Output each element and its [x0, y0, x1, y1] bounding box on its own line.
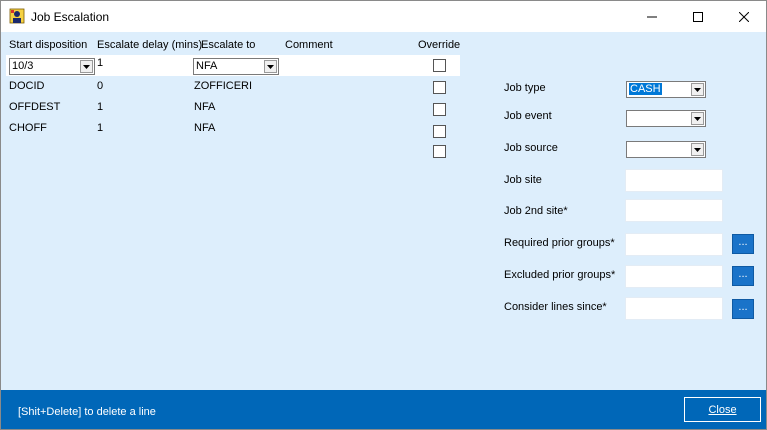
start-disposition-select[interactable]: 10/3: [9, 58, 95, 75]
job-type-label: Job type: [504, 82, 546, 94]
maximize-icon: [693, 11, 703, 22]
header-escalate-delay: Escalate delay (mins): [97, 39, 203, 51]
header-escalate-to: Escalate to: [201, 39, 256, 51]
header-comment: Comment: [285, 39, 333, 51]
job-escalation-window: Job Escalation Start disposition Escalat…: [0, 0, 767, 430]
chevron-down-icon: [691, 112, 704, 125]
job-site-input[interactable]: [625, 169, 723, 192]
start-disposition-value: OFFDEST: [9, 101, 61, 113]
content-area: Start disposition Escalate delay (mins) …: [1, 32, 766, 390]
job-type-select[interactable]: CASH: [626, 81, 706, 98]
escalate-to-value: NFA: [194, 101, 216, 113]
escalate-to-select[interactable]: NFA: [193, 58, 279, 75]
start-disposition-value: DOCID: [9, 80, 45, 92]
job-site-label: Job site: [504, 174, 542, 186]
override-checkbox[interactable]: [433, 103, 446, 116]
chevron-down-icon: [691, 143, 704, 156]
table-row[interactable]: [6, 139, 460, 160]
excluded-prior-groups-label: Excluded prior groups*: [504, 269, 616, 281]
escalate-delay-value: 1: [97, 122, 104, 134]
required-prior-groups-browse-button[interactable]: ...: [732, 234, 754, 254]
header-start-disposition: Start disposition: [9, 39, 88, 51]
job-source-label: Job source: [504, 142, 558, 154]
minimize-button[interactable]: [629, 1, 675, 32]
consider-lines-since-input[interactable]: [625, 297, 723, 320]
app-logo-icon: [9, 8, 25, 24]
excluded-prior-groups-browse-button[interactable]: ...: [732, 266, 754, 286]
escalate-delay-value[interactable]: 1: [97, 57, 103, 69]
override-checkbox[interactable]: [433, 81, 446, 94]
escalate-delay-value: 1: [97, 101, 104, 113]
override-checkbox[interactable]: [433, 125, 446, 138]
job-2nd-site-label: Job 2nd site*: [504, 205, 568, 217]
job-event-label: Job event: [504, 110, 552, 122]
escalate-delay-value: 0: [97, 80, 104, 92]
delete-line-hint: [Shit+Delete] to delete a line: [18, 406, 156, 418]
job-source-select[interactable]: [626, 141, 706, 158]
escalate-to-value: NFA: [194, 122, 216, 134]
start-disposition-value: CHOFF: [9, 122, 47, 134]
required-prior-groups-label: Required prior groups*: [504, 237, 615, 249]
table-row[interactable]: CHOFF 1 NFA: [6, 118, 460, 139]
header-override: Override: [418, 39, 461, 51]
footer-bar: [Shit+Delete] to delete a line Close: [1, 390, 766, 429]
table-row[interactable]: 10/3 1 NFA: [6, 55, 460, 76]
job-2nd-site-input[interactable]: [625, 199, 723, 222]
chevron-down-icon: [80, 60, 93, 73]
chevron-down-icon: [264, 60, 277, 73]
close-window-button[interactable]: [721, 1, 767, 32]
consider-lines-since-browse-button[interactable]: ...: [732, 299, 754, 319]
override-checkbox[interactable]: [433, 145, 446, 158]
close-button[interactable]: Close: [684, 397, 761, 422]
job-event-select[interactable]: [626, 110, 706, 127]
escalate-to-value: ZOFFICERI: [194, 80, 253, 92]
table-row[interactable]: DOCID 0 ZOFFICERI: [6, 76, 460, 97]
window-title: Job Escalation: [31, 10, 110, 24]
close-icon: [739, 11, 749, 22]
consider-lines-since-label: Consider lines since*: [504, 301, 607, 313]
minimize-icon: [647, 12, 657, 22]
title-bar: Job Escalation: [1, 1, 766, 32]
required-prior-groups-input[interactable]: [625, 233, 723, 256]
table-row[interactable]: OFFDEST 1 NFA: [6, 97, 460, 118]
override-checkbox[interactable]: [433, 59, 446, 72]
chevron-down-icon: [691, 83, 704, 96]
maximize-button[interactable]: [675, 1, 721, 32]
excluded-prior-groups-input[interactable]: [625, 265, 723, 288]
